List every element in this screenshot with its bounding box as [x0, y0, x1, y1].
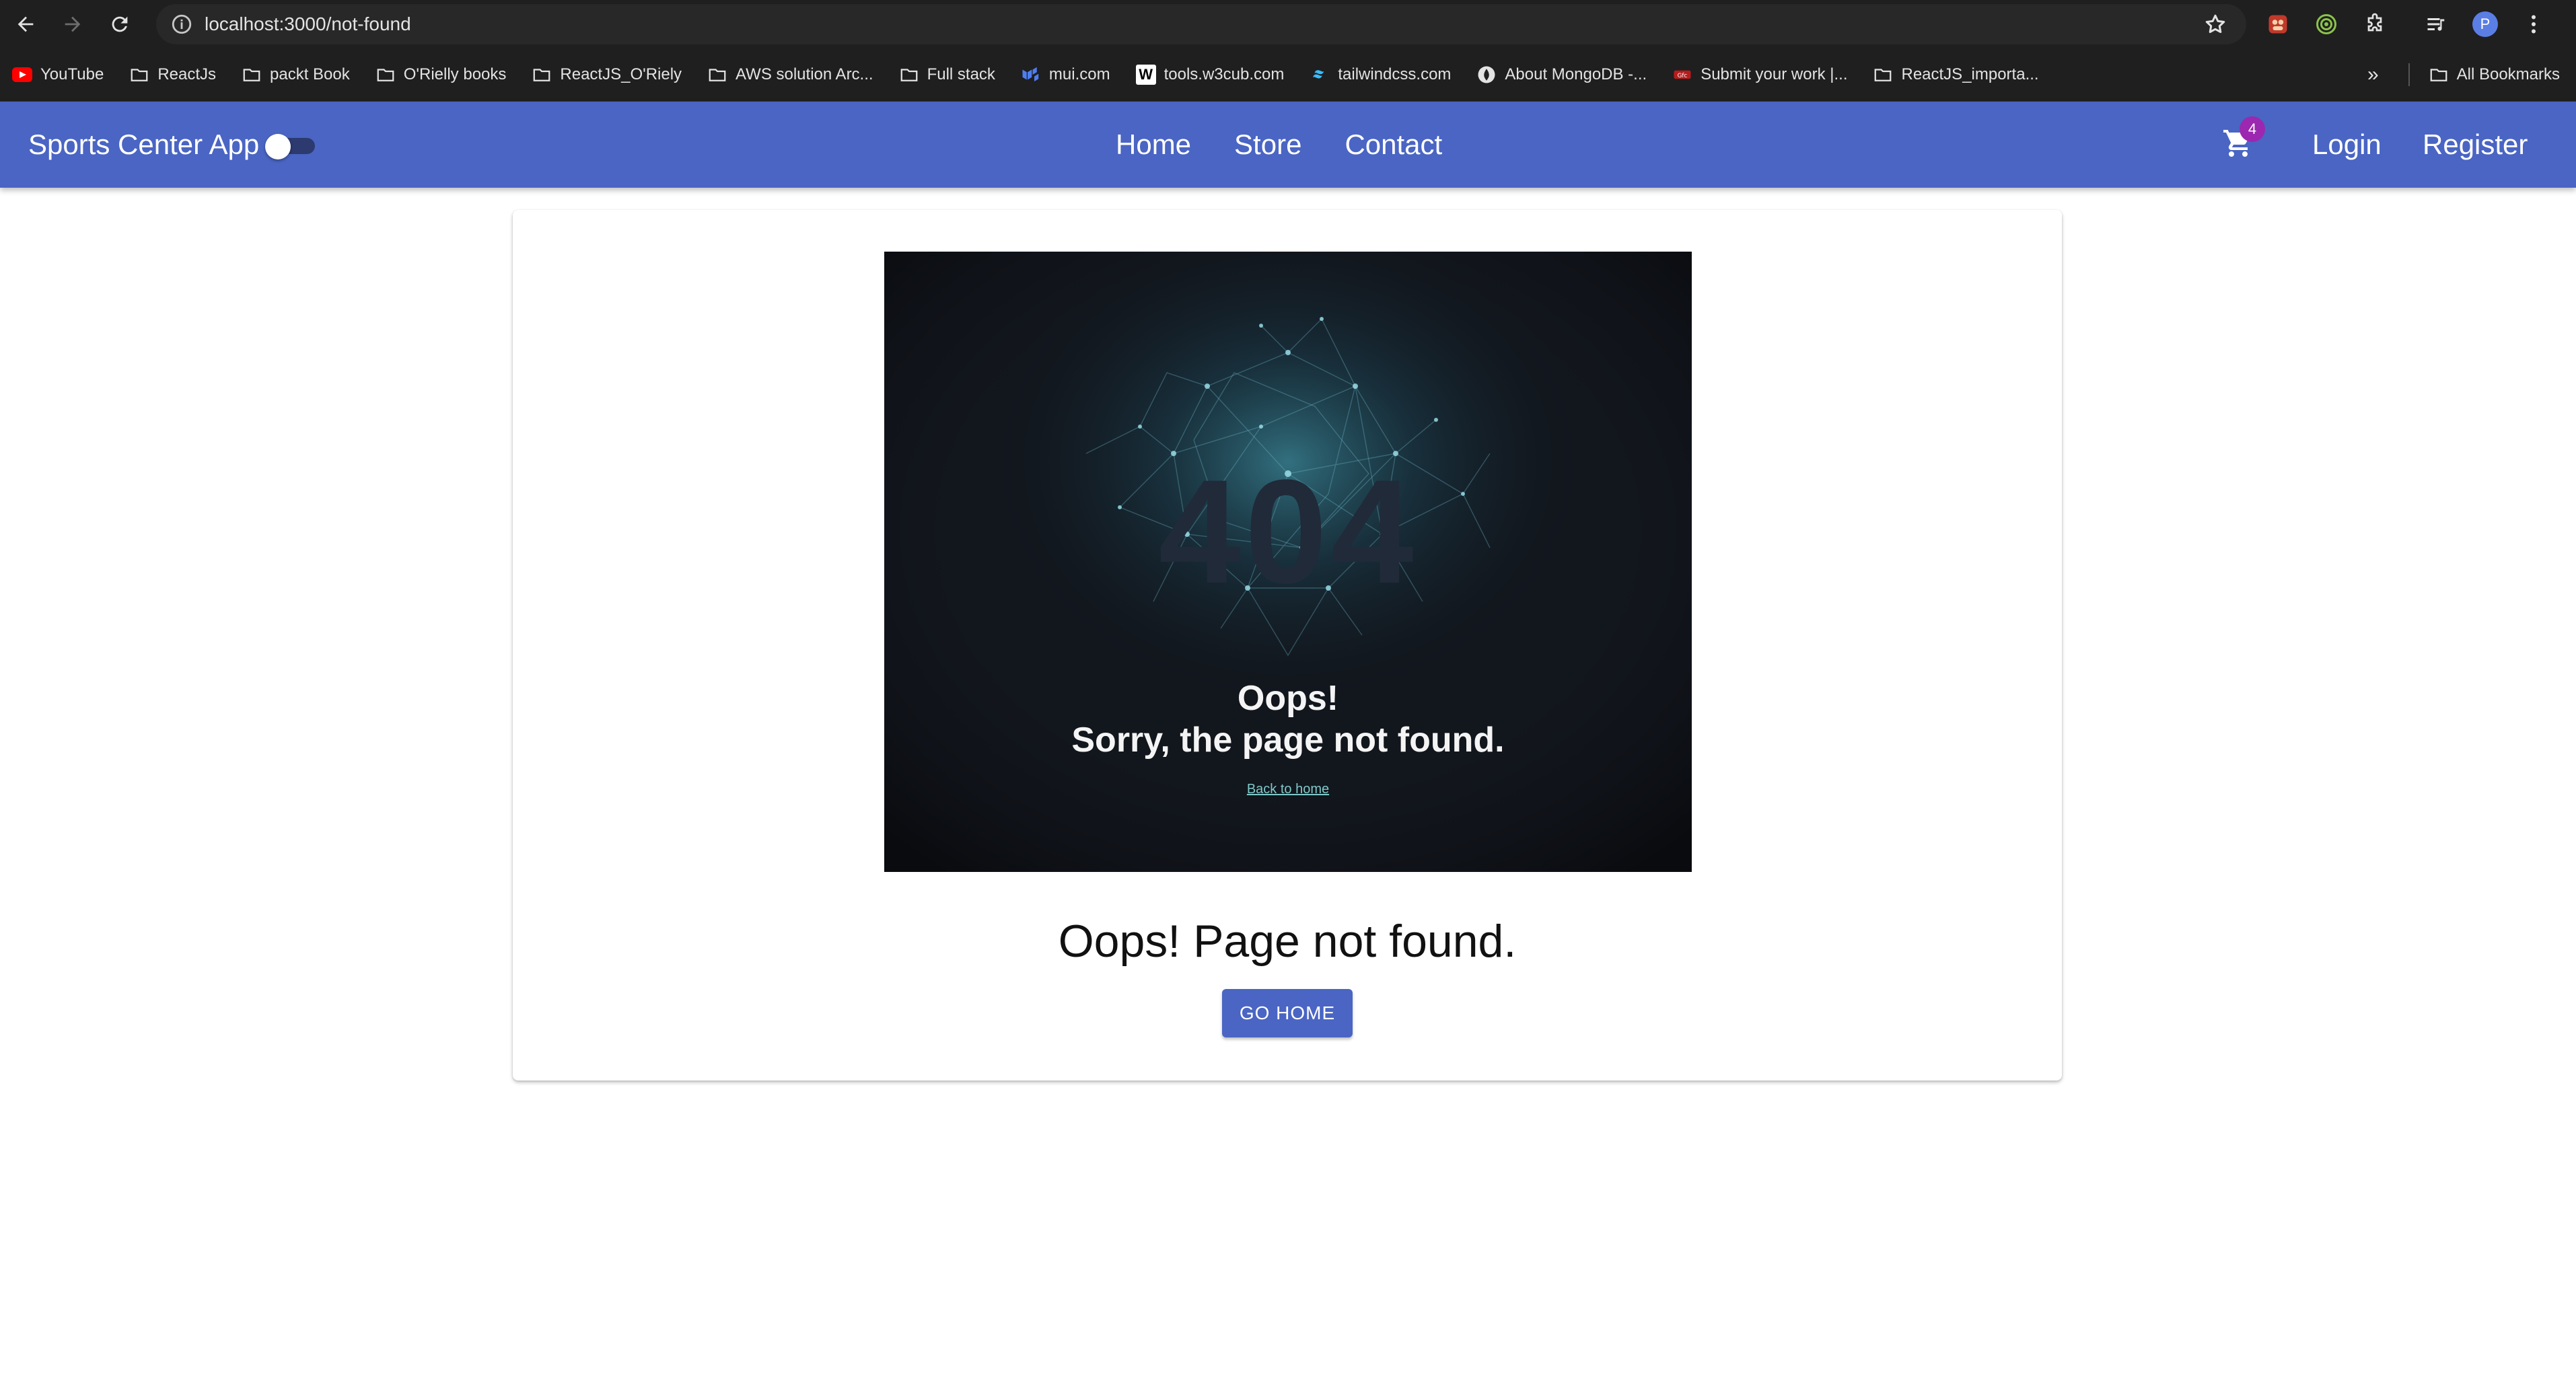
- folder-icon: [242, 65, 262, 85]
- not-found-card: 404 Oops! Sorry, the page not found. Bac…: [513, 210, 2062, 1081]
- illustration-back-link-text: Back to home: [1246, 782, 1330, 797]
- illustration-sorry-text: Sorry, the page not found.: [1071, 721, 1505, 760]
- bookmark-label: About MongoDB -...: [1505, 65, 1647, 83]
- folder-icon: [707, 65, 727, 85]
- bookmark-item[interactable]: About MongoDB -...: [1476, 65, 1647, 85]
- bookmark-label: Submit your work |...: [1701, 65, 1848, 83]
- bookmark-item[interactable]: Full stack: [899, 65, 995, 85]
- cart-count-badge: 4: [2240, 116, 2265, 142]
- extension-game-icon[interactable]: [2265, 11, 2291, 37]
- folder-icon: [2429, 65, 2449, 85]
- address-bar[interactable]: localhost:3000/not-found: [156, 4, 2246, 44]
- folder-icon: [1873, 65, 1893, 85]
- bookmark-label: ReactJS_O'Riely: [560, 65, 682, 83]
- forward-arrow-icon[interactable]: [52, 4, 93, 44]
- svg-text:Gfc: Gfc: [1678, 73, 1688, 79]
- app-bar: Sports Center App Home Store Contact 4 L…: [0, 102, 2576, 188]
- page-heading: Oops! Page not found.: [1058, 916, 1517, 967]
- bookmark-label: mui.com: [1048, 65, 1110, 83]
- folder-icon: [532, 65, 552, 85]
- illustration-oops-text: Oops!: [1237, 679, 1339, 718]
- not-found-illustration: 404 Oops! Sorry, the page not found. Bac…: [884, 252, 1692, 872]
- bookmark-list: YouTube ReactJs packt Book O'Rielly books Re…: [12, 65, 2065, 85]
- browser-toolbar: localhost:3000/not-found P: [0, 0, 2576, 48]
- w3cub-icon: W: [1135, 65, 1156, 85]
- bookmark-item[interactable]: ReactJs: [129, 65, 216, 85]
- site-info-icon[interactable]: [168, 11, 195, 38]
- nav-link-store[interactable]: Store: [1234, 129, 1301, 161]
- toggle-thumb: [265, 134, 291, 159]
- profile-avatar[interactable]: P: [2472, 11, 2498, 37]
- bookmark-star-icon[interactable]: [2203, 12, 2227, 36]
- bookmark-item[interactable]: YouTube: [12, 65, 104, 85]
- folder-icon: [375, 65, 396, 85]
- bookmark-item[interactable]: tailwindcss.com: [1310, 65, 1451, 85]
- bookmark-item[interactable]: O'Rielly books: [375, 65, 507, 85]
- bookmark-label: ReactJS_importa...: [1901, 65, 2039, 83]
- youtube-icon: [12, 65, 32, 85]
- bookmark-label: tools.w3cub.com: [1164, 65, 1285, 83]
- extension-target-icon[interactable]: [2314, 11, 2339, 37]
- bookmark-label: AWS solution Arc...: [736, 65, 873, 83]
- bookmarks-bar: YouTube ReactJs packt Book O'Rielly books Re…: [0, 48, 2576, 102]
- bookmark-label: ReactJs: [157, 65, 217, 83]
- bookmark-item[interactable]: packt Book: [242, 65, 350, 85]
- go-home-button[interactable]: GO HOME: [1222, 989, 1353, 1037]
- mongodb-icon: [1476, 65, 1497, 85]
- all-bookmarks-link[interactable]: All Bookmarks: [2457, 65, 2560, 84]
- theme-toggle-switch[interactable]: [265, 134, 315, 159]
- nav-link-contact[interactable]: Contact: [1345, 129, 1442, 161]
- bookmark-label: packt Book: [270, 65, 350, 83]
- url-text[interactable]: localhost:3000/not-found: [205, 13, 411, 35]
- bookmark-item[interactable]: ReactJS_O'Riely: [532, 65, 682, 85]
- bookmark-label: Full stack: [927, 65, 995, 83]
- bookmark-item[interactable]: ReactJS_importa...: [1873, 65, 2039, 85]
- media-controls-icon[interactable]: [2424, 11, 2449, 37]
- site-icon: Gfc: [1672, 65, 1692, 85]
- nav-link-home[interactable]: Home: [1116, 129, 1191, 161]
- more-bookmarks-chevron-icon[interactable]: »: [2367, 63, 2379, 86]
- main-nav: Home Store Contact: [1116, 129, 1442, 161]
- illustration-404-text: 404: [1158, 449, 1418, 614]
- bookmark-item[interactable]: Gfc Submit your work |...: [1672, 65, 1847, 85]
- extensions-puzzle-icon[interactable]: [2362, 11, 2388, 37]
- back-arrow-icon[interactable]: [5, 4, 46, 44]
- bookmark-label: YouTube: [40, 65, 104, 83]
- login-link[interactable]: Login: [2312, 129, 2382, 161]
- menu-kebab-icon[interactable]: [2521, 11, 2546, 37]
- bookmark-label: tailwindcss.com: [1338, 65, 1452, 83]
- bookmarks-separator: [2408, 63, 2410, 86]
- bookmark-item[interactable]: mui.com: [1021, 65, 1110, 85]
- bookmark-item[interactable]: Wtools.w3cub.com: [1135, 65, 1285, 85]
- app-title[interactable]: Sports Center App: [28, 129, 259, 161]
- bookmark-label: O'Rielly books: [403, 65, 507, 83]
- reload-icon[interactable]: [100, 4, 140, 44]
- mui-icon: [1021, 65, 1041, 85]
- tailwind-icon: [1310, 65, 1330, 85]
- bookmark-item[interactable]: AWS solution Arc...: [707, 65, 873, 85]
- register-link[interactable]: Register: [2423, 129, 2528, 161]
- folder-icon: [129, 65, 149, 85]
- folder-icon: [899, 65, 919, 85]
